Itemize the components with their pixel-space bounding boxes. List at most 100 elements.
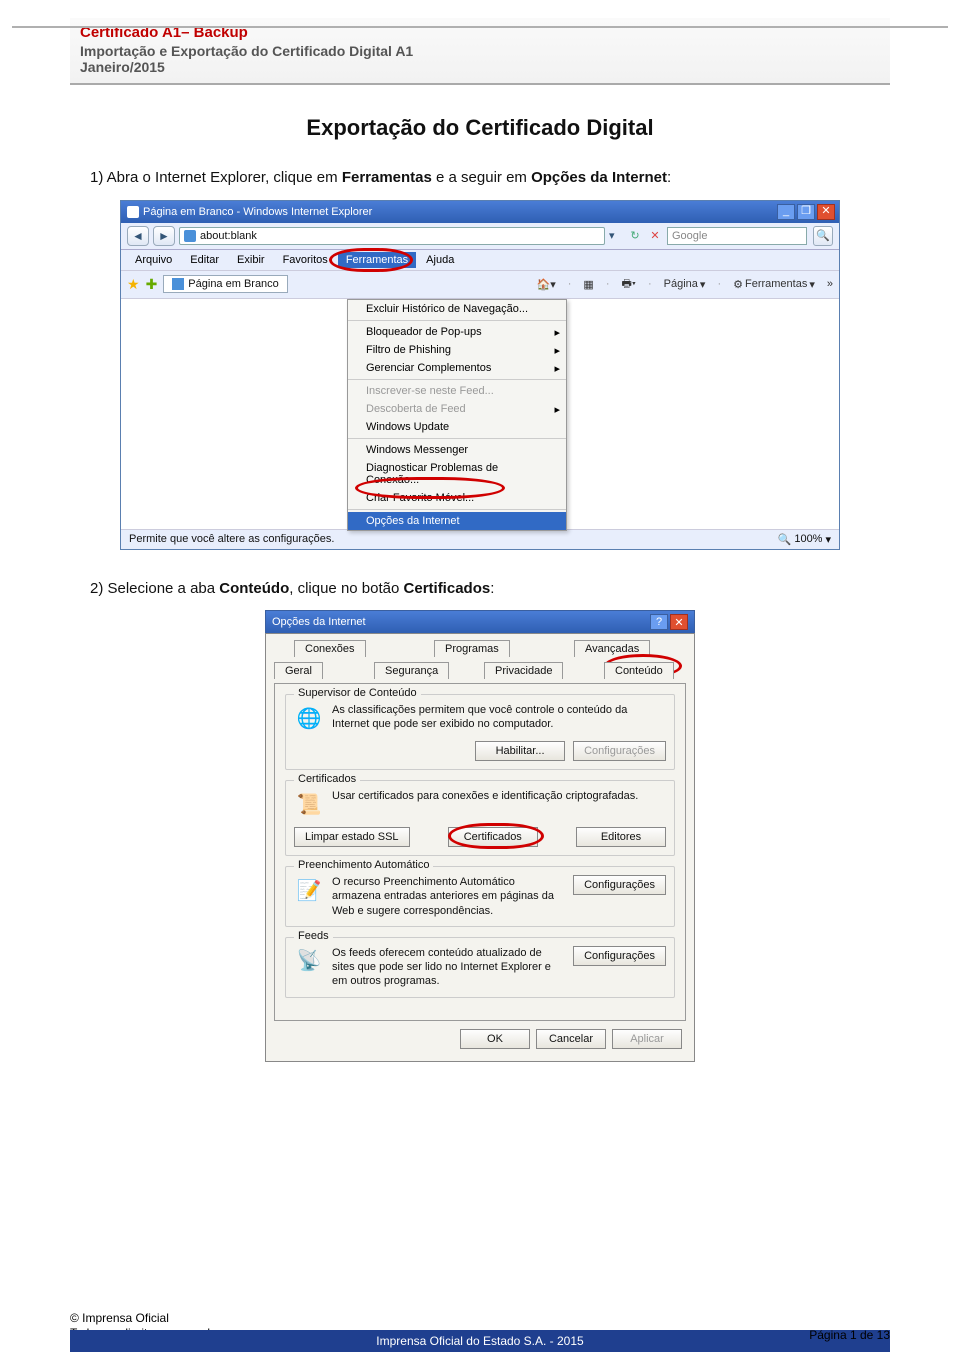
ie-titlebar: Página em Branco - Windows Internet Expl… — [121, 201, 839, 223]
page-footer: © Imprensa Oficial Todos os direitos res… — [0, 1330, 960, 1352]
tab-panel-conteudo: Supervisor de Conteúdo 🌐 As classificaçõ… — [274, 683, 686, 1021]
mi-excluir-historico[interactable]: Excluir Histórico de Navegação... — [348, 300, 566, 318]
group-supervisor: Supervisor de Conteúdo 🌐 As classificaçõ… — [285, 694, 675, 770]
tools-menu[interactable]: ⚙ Ferramentas ▾ — [729, 277, 819, 292]
btn-editores[interactable]: Editores — [576, 827, 666, 847]
stop-icon[interactable]: ✕ — [647, 229, 663, 242]
ferramentas-dropdown: Excluir Histórico de Navegação... Bloque… — [347, 299, 567, 531]
tab-seguranca[interactable]: Segurança — [374, 662, 449, 679]
address-url: about:blank — [200, 230, 257, 242]
back-button[interactable]: ◄ — [127, 226, 149, 246]
search-input[interactable]: Google — [667, 227, 807, 245]
minimize-button[interactable]: _ — [777, 204, 795, 220]
menu-exibir[interactable]: Exibir — [229, 252, 273, 268]
ie-address-bar: ◄ ► about:blank ▾ ↻ ✕ Google 🔍 — [121, 223, 839, 250]
legend-feeds: Feeds — [294, 930, 333, 942]
footer-page: Página 1 de 13 — [809, 1328, 890, 1342]
tab-geral[interactable]: Geral — [274, 662, 323, 679]
btn-config-supervisor: Configurações — [573, 741, 666, 761]
step2-prefix: 2) Selecione a aba — [90, 580, 219, 597]
menu-separator — [348, 509, 566, 510]
tab-strip: Conexões Programas Avançadas Geral Segur… — [274, 640, 686, 684]
home-icon[interactable]: 🏠▾ — [533, 277, 560, 292]
btn-cancel[interactable]: Cancelar — [536, 1029, 606, 1049]
btn-certificados[interactable]: Certificados — [448, 827, 538, 847]
page-icon — [184, 230, 196, 242]
menu-ferramentas[interactable]: Ferramentas — [338, 252, 416, 268]
address-dropdown-icon[interactable]: ▾ — [609, 229, 623, 242]
ie-body: Excluir Histórico de Navegação... Bloque… — [121, 299, 839, 529]
address-field[interactable]: about:blank — [179, 227, 605, 245]
step-1-text: 1) Abra o Internet Explorer, clique em F… — [90, 167, 870, 190]
submenu-arrow-icon: ▸ — [554, 403, 560, 416]
ie-window: Página em Branco - Windows Internet Expl… — [120, 200, 840, 550]
mi-filtro-phishing[interactable]: Filtro de Phishing▸ — [348, 341, 566, 359]
browser-tab[interactable]: Página em Branco — [163, 275, 288, 293]
step1-suffix: : — [667, 169, 671, 186]
step1-bold1: Ferramentas — [342, 169, 432, 186]
step1-prefix: 1) Abra o Internet Explorer, clique em — [90, 169, 342, 186]
mi-gerenciar-complementos[interactable]: Gerenciar Complementos▸ — [348, 359, 566, 377]
cert-text: Usar certificados para conexões e identi… — [332, 789, 666, 803]
autofill-text: O recurso Preenchimento Automático armaz… — [332, 875, 565, 918]
help-button[interactable]: ? — [650, 614, 668, 630]
btn-config-feeds[interactable]: Configurações — [573, 946, 666, 966]
ie-statusbar: Permite que você altere as configurações… — [121, 529, 839, 549]
mi-opcoes-internet[interactable]: Opções da Internet — [348, 512, 566, 530]
forward-button[interactable]: ► — [153, 226, 175, 246]
btn-habilitar[interactable]: Habilitar... — [475, 741, 565, 761]
add-favorite-icon[interactable]: ✚ — [146, 276, 158, 293]
ie-menubar: Arquivo Editar Exibir Favoritos Ferramen… — [121, 250, 839, 271]
expand-icon[interactable]: » — [827, 278, 833, 290]
autofill-icon: 📝 — [294, 875, 324, 905]
feeds-icon: 📡 — [294, 946, 324, 976]
search-placeholder: Google — [672, 230, 707, 242]
mi-windows-messenger[interactable]: Windows Messenger — [348, 441, 566, 459]
menu-favoritos[interactable]: Favoritos — [275, 252, 336, 268]
step-2-text: 2) Selecione a aba Conteúdo, clique no b… — [90, 578, 870, 601]
btn-limpar-ssl[interactable]: Limpar estado SSL — [294, 827, 410, 847]
print-icon[interactable]: 🖶▾ — [618, 274, 640, 295]
favorites-icon[interactable]: ★ — [127, 276, 140, 293]
step2-suffix: : — [490, 580, 494, 597]
tab-programas[interactable]: Programas — [434, 640, 510, 657]
refresh-icon[interactable]: ↻ — [627, 229, 643, 242]
legend-supervisor: Supervisor de Conteúdo — [294, 687, 421, 699]
menu-arquivo[interactable]: Arquivo — [127, 252, 180, 268]
document-header: Certificado A1– Backup Importação e Expo… — [70, 18, 890, 85]
btn-ok[interactable]: OK — [460, 1029, 530, 1049]
header-subtitle: Importação e Exportação do Certificado D… — [80, 43, 880, 59]
mi-descoberta-feed: Descoberta de Feed▸ — [348, 400, 566, 418]
certificate-icon: 📜 — [294, 789, 324, 819]
internet-options-dialog: Opções da Internet ? ✕ Conexões Programa… — [265, 610, 695, 1062]
ie-tabbar: ★ ✚ Página em Branco 🏠▾ · ▦ · 🖶▾ · Págin… — [121, 271, 839, 299]
tab-conexoes[interactable]: Conexões — [294, 640, 366, 657]
tab-conteudo[interactable]: Conteúdo — [604, 662, 674, 679]
step2-mid: , clique no botão — [289, 580, 403, 597]
mi-windows-update[interactable]: Windows Update — [348, 418, 566, 436]
supervisor-text: As classificações permitem que você cont… — [332, 703, 666, 732]
mi-diagnosticar[interactable]: Diagnosticar Problemas de Conexão... — [348, 459, 566, 489]
menu-editar[interactable]: Editar — [182, 252, 227, 268]
mi-bloqueador-popups[interactable]: Bloqueador de Pop-ups▸ — [348, 323, 566, 341]
menu-ajuda[interactable]: Ajuda — [418, 252, 462, 268]
header-date: Janeiro/2015 — [80, 59, 880, 75]
dialog-close-button[interactable]: ✕ — [670, 614, 688, 630]
maximize-button[interactable]: ❐ — [797, 204, 815, 220]
zoom-control[interactable]: 🔍 100% ▾ — [778, 533, 831, 546]
ie-window-title: Página em Branco - Windows Internet Expl… — [143, 206, 372, 218]
dialog-footer: OK Cancelar Aplicar — [274, 1021, 686, 1051]
dialog-body: Conexões Programas Avançadas Geral Segur… — [265, 633, 695, 1062]
mi-criar-favorito[interactable]: Criar Favorito Móvel... — [348, 489, 566, 507]
tab-avancadas[interactable]: Avançadas — [574, 640, 650, 657]
feed-icon[interactable]: ▦ — [579, 277, 597, 292]
tab-privacidade[interactable]: Privacidade — [484, 662, 563, 679]
feeds-text: Os feeds oferecem conteúdo atualizado de… — [332, 946, 565, 989]
search-button[interactable]: 🔍 — [813, 226, 833, 246]
page-menu[interactable]: Página ▾ — [660, 277, 710, 292]
btn-config-autofill[interactable]: Configurações — [573, 875, 666, 895]
page-title: Exportação do Certificado Digital — [90, 115, 870, 141]
close-button[interactable]: ✕ — [817, 204, 835, 220]
menu-separator — [348, 320, 566, 321]
group-preenchimento: Preenchimento Automático 📝 O recurso Pre… — [285, 866, 675, 927]
